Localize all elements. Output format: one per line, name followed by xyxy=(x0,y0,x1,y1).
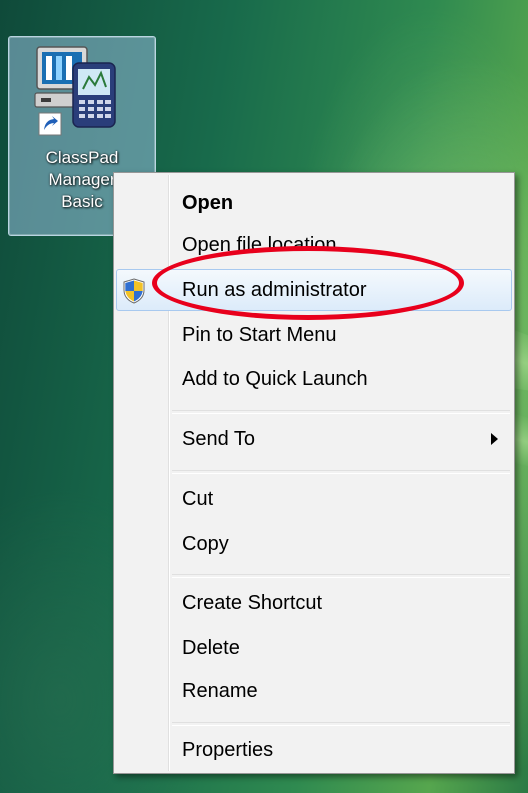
menu-item-label: Properties xyxy=(182,739,274,761)
menu-separator xyxy=(172,470,510,474)
menu-item-label: Copy xyxy=(182,533,229,555)
uac-shield-icon xyxy=(123,278,145,304)
menu-item-open-file-location[interactable]: Open file location xyxy=(116,224,512,266)
menu-item-label: Run as administrator xyxy=(182,279,367,301)
menu-item-label: Open file location xyxy=(182,234,337,256)
menu-item-label: Rename xyxy=(182,680,258,702)
menu-item-pin-to-start-menu[interactable]: Pin to Start Menu xyxy=(116,314,512,356)
menu-separator xyxy=(172,574,510,578)
desktop-shortcut-label-line: ClassPad xyxy=(45,148,119,167)
classpad-manager-shortcut-icon xyxy=(34,46,116,136)
menu-item-label: Cut xyxy=(182,488,214,510)
menu-item-label: Open xyxy=(182,192,234,214)
menu-item-add-to-quick-launch[interactable]: Add to Quick Launch xyxy=(116,358,512,400)
menu-item-copy[interactable]: Copy xyxy=(116,523,512,565)
context-menu: Open Open file location Run as administr… xyxy=(113,172,515,774)
menu-item-rename[interactable]: Rename xyxy=(116,670,512,712)
menu-item-properties[interactable]: Properties xyxy=(116,729,512,771)
menu-item-open[interactable]: Open xyxy=(116,182,512,224)
menu-item-label: Pin to Start Menu xyxy=(182,324,337,346)
menu-separator xyxy=(172,410,510,414)
menu-item-cut[interactable]: Cut xyxy=(116,478,512,520)
menu-item-delete[interactable]: Delete xyxy=(116,627,512,669)
menu-item-run-as-administrator[interactable]: Run as administrator xyxy=(116,269,512,311)
menu-item-create-shortcut[interactable]: Create Shortcut xyxy=(116,582,512,624)
submenu-arrow-icon xyxy=(491,433,498,445)
menu-separator xyxy=(172,722,510,726)
menu-item-label: Create Shortcut xyxy=(182,592,323,614)
menu-item-label: Delete xyxy=(182,637,240,659)
menu-item-label: Add to Quick Launch xyxy=(182,368,368,390)
menu-item-send-to[interactable]: Send To xyxy=(116,418,512,460)
menu-item-label: Send To xyxy=(182,428,256,450)
